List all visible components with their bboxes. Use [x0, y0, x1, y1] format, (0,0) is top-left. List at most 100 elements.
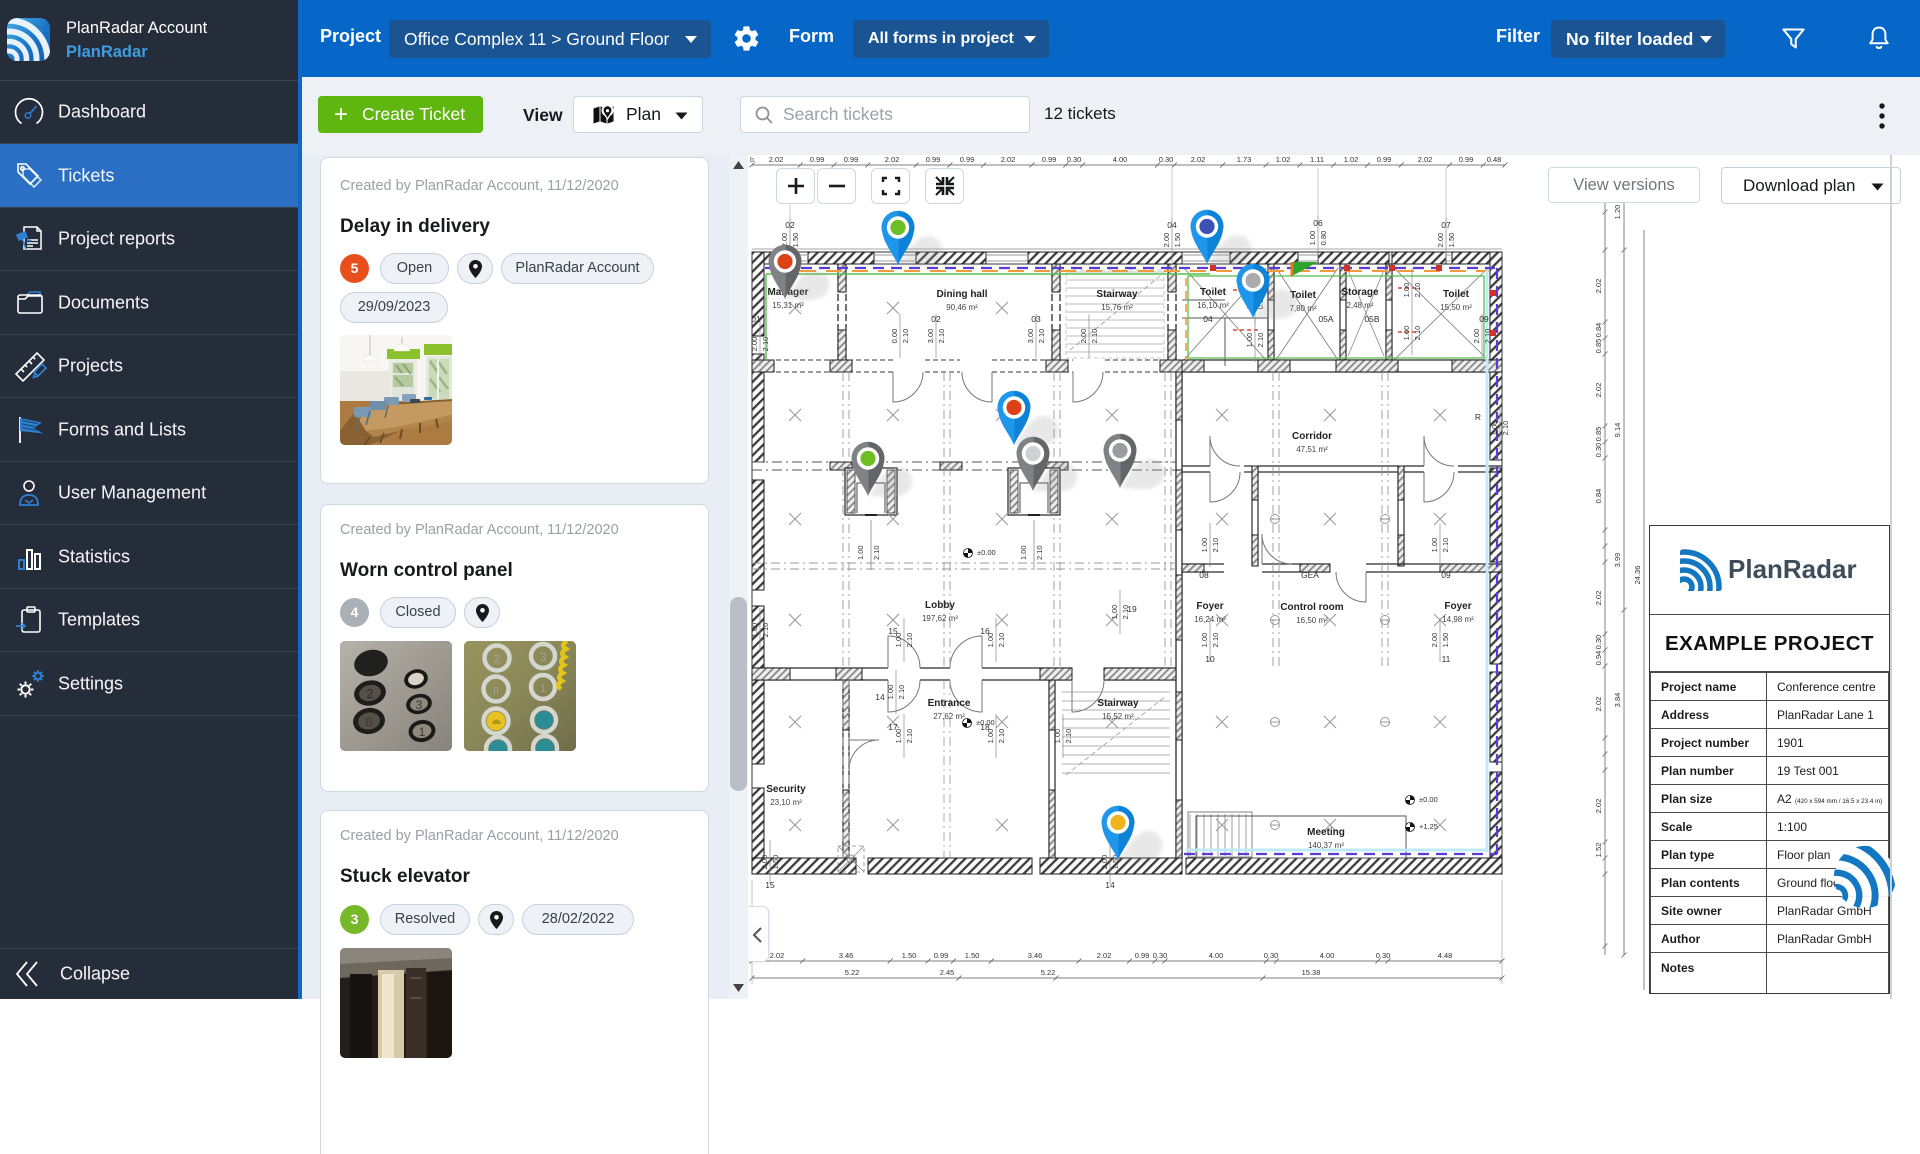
- svg-text:2.00: 2.00: [1430, 633, 1439, 648]
- svg-text:0.99: 0.99: [1459, 155, 1474, 164]
- svg-text:15,31 m²: 15,31 m²: [772, 301, 804, 310]
- svg-text:24.36: 24.36: [1633, 566, 1642, 585]
- svg-text:3: 3: [416, 698, 423, 712]
- svg-text:2.00: 2.00: [750, 337, 759, 352]
- svg-text:2.45: 2.45: [940, 968, 955, 977]
- svg-text:1.00: 1.00: [750, 623, 759, 638]
- svg-text:1.02: 1.02: [1276, 155, 1291, 164]
- svg-text:2.10: 2.10: [937, 329, 946, 344]
- svg-text:Foyer: Foyer: [1444, 601, 1471, 612]
- svg-text:2.10: 2.10: [997, 729, 1006, 744]
- svg-text:Foyer: Foyer: [1196, 601, 1223, 612]
- svg-text:2.00: 2.00: [1162, 233, 1171, 248]
- svg-text:23,10 m²: 23,10 m²: [770, 798, 802, 807]
- svg-text:2.02: 2.02: [1594, 799, 1603, 814]
- svg-text:2.10: 2.10: [872, 545, 881, 560]
- svg-text:2.10: 2.10: [901, 329, 910, 344]
- svg-text:Corridor: Corridor: [1292, 431, 1332, 442]
- svg-text:1.50: 1.50: [1173, 233, 1182, 248]
- svg-text:15: 15: [765, 880, 775, 890]
- svg-text:1.00: 1.00: [1200, 538, 1209, 553]
- svg-text:16: 16: [980, 626, 990, 636]
- svg-text:Stairway: Stairway: [1097, 698, 1139, 709]
- svg-text:2.10: 2.10: [897, 685, 906, 700]
- svg-text:2.10: 2.10: [905, 633, 914, 648]
- svg-text:1.00: 1.00: [1402, 283, 1411, 298]
- svg-text:4.00: 4.00: [1320, 951, 1335, 960]
- svg-text:2.02: 2.02: [1594, 697, 1603, 712]
- svg-text:2.10: 2.10: [1064, 729, 1073, 744]
- svg-text:1.50: 1.50: [791, 233, 800, 248]
- svg-text:16,50 m²: 16,50 m²: [1296, 616, 1328, 625]
- svg-text:2.00: 2.00: [1472, 329, 1481, 344]
- svg-text:2.10: 2.10: [1441, 538, 1450, 553]
- svg-text:2.02: 2.02: [1594, 383, 1603, 398]
- svg-text:1.00: 1.00: [856, 545, 865, 560]
- svg-text:II: II: [493, 685, 499, 697]
- svg-text:2.00: 2.00: [1100, 855, 1109, 870]
- svg-text:±0.00: ±0.00: [977, 548, 996, 557]
- svg-text:2.02: 2.02: [1418, 155, 1433, 164]
- svg-text:15: 15: [888, 626, 898, 636]
- svg-text:2.02: 2.02: [1097, 951, 1112, 960]
- svg-text:0.99: 0.99: [1377, 155, 1392, 164]
- svg-text:09: 09: [1479, 314, 1489, 324]
- svg-text:2.02: 2.02: [1594, 591, 1603, 606]
- svg-text:2.10: 2.10: [1035, 545, 1044, 560]
- svg-text:1.00: 1.00: [1402, 326, 1411, 341]
- svg-text:0.94: 0.94: [1594, 651, 1603, 666]
- svg-text:1.20: 1.20: [1613, 205, 1622, 220]
- svg-text:1: 1: [540, 683, 546, 695]
- svg-text:Dining hall: Dining hall: [936, 289, 987, 300]
- svg-text:1.11: 1.11: [1310, 155, 1324, 164]
- svg-text:R: R: [1475, 412, 1481, 422]
- svg-text:0.99: 0.99: [960, 155, 975, 164]
- svg-text:0.85: 0.85: [1594, 427, 1603, 442]
- svg-text:08: 08: [1199, 570, 1209, 580]
- svg-text:10: 10: [1205, 654, 1215, 664]
- svg-text:0.30: 0.30: [1153, 951, 1168, 960]
- svg-text:2.02: 2.02: [885, 155, 900, 164]
- svg-text:1.50: 1.50: [902, 951, 917, 960]
- svg-text:2.10: 2.10: [1483, 329, 1492, 344]
- svg-text:2.10: 2.10: [1211, 633, 1220, 648]
- svg-text:19: 19: [1127, 604, 1137, 614]
- svg-text:1.00: 1.00: [1110, 605, 1119, 620]
- svg-text:17: 17: [888, 722, 898, 732]
- svg-text:2.02: 2.02: [770, 951, 785, 960]
- svg-text:2: 2: [366, 686, 373, 701]
- svg-text:1.50: 1.50: [1441, 633, 1450, 648]
- svg-text:Stairway: Stairway: [1096, 289, 1138, 300]
- svg-text:0.30: 0.30: [1159, 155, 1174, 164]
- svg-text:0.84: 0.84: [1594, 489, 1603, 504]
- svg-text:27,62 m²: 27,62 m²: [933, 712, 965, 721]
- svg-text:15,76 m²: 15,76 m²: [1101, 303, 1133, 312]
- svg-text:1: 1: [419, 725, 426, 739]
- svg-text:0.00: 0.00: [890, 329, 899, 344]
- svg-text:140,37 m²: 140,37 m²: [1308, 841, 1344, 850]
- svg-text:±0.00: ±0.00: [976, 718, 995, 727]
- svg-text:2.02: 2.02: [1191, 155, 1206, 164]
- svg-text:2.02: 2.02: [769, 155, 784, 164]
- svg-text:1.00: 1.00: [1430, 538, 1439, 553]
- svg-text:14,98 m²: 14,98 m²: [1442, 615, 1474, 624]
- svg-text:1.50: 1.50: [965, 951, 980, 960]
- svg-text:1.00: 1.00: [1019, 545, 1028, 560]
- svg-text:3.00: 3.00: [926, 329, 935, 344]
- svg-text:3.84: 3.84: [1613, 693, 1622, 708]
- svg-text:14: 14: [875, 692, 885, 702]
- svg-text:1.00: 1.00: [1490, 421, 1499, 436]
- svg-text:9.14: 9.14: [1613, 423, 1622, 438]
- svg-text:03: 03: [1031, 314, 1041, 324]
- svg-text:0.30: 0.30: [1594, 443, 1603, 458]
- svg-text:15.38: 15.38: [1302, 968, 1321, 977]
- svg-text:2.02: 2.02: [1594, 279, 1603, 294]
- svg-text:1.00: 1.00: [1245, 333, 1254, 348]
- svg-text:4.00: 4.00: [1113, 155, 1128, 164]
- svg-text:4.00: 4.00: [1209, 951, 1224, 960]
- svg-text:2.10: 2.10: [1090, 329, 1099, 344]
- svg-text:02: 02: [931, 314, 941, 324]
- svg-text:2.00: 2.00: [1079, 329, 1088, 344]
- svg-text:14: 14: [1105, 880, 1115, 890]
- svg-text:2.10: 2.10: [761, 623, 770, 638]
